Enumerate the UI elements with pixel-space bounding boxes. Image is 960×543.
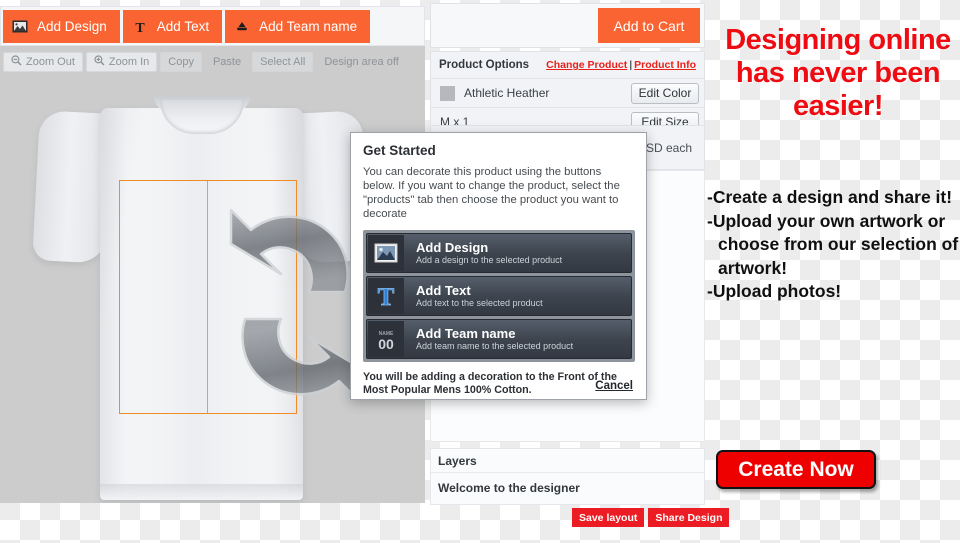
modal-add-team-name-text: Add Team name Add team name to the selec… xyxy=(404,326,573,352)
paste-button[interactable]: Paste xyxy=(205,52,249,72)
promo-bullet-2-cont: choose from our selection of xyxy=(718,234,959,254)
get-started-modal: Get Started You can decorate this produc… xyxy=(350,132,647,400)
select-all-button[interactable]: Select All xyxy=(252,52,314,72)
add-design-button[interactable]: Add Design xyxy=(3,10,120,43)
zoom-out-label: Zoom Out xyxy=(26,56,75,68)
select-all-label: Select All xyxy=(260,56,306,68)
modal-add-text-choice[interactable]: T Add Text Add text to the selected prod… xyxy=(366,276,632,316)
text-t-icon: T xyxy=(132,19,148,35)
zoom-in-label: Zoom In xyxy=(108,56,150,68)
modal-add-text-sub: Add text to the selected product xyxy=(416,298,543,308)
add-design-label: Add Design xyxy=(37,19,107,34)
add-text-button[interactable]: T Add Text xyxy=(122,10,223,43)
product-info-link[interactable]: Product Info xyxy=(634,59,696,71)
product-color-value: Athletic Heather xyxy=(464,86,550,100)
layer-list-item[interactable]: Welcome to the designer xyxy=(431,473,704,503)
modal-add-design-sub: Add a design to the selected product xyxy=(416,255,563,265)
promo-bullet-list: -Create a design and share it! -Upload y… xyxy=(707,186,960,304)
modal-add-team-name-choice[interactable]: NAME 00 Add Team name Add team name to t… xyxy=(366,319,632,359)
color-swatch xyxy=(440,85,455,101)
zoom-in-icon xyxy=(94,55,105,69)
modal-note-text: You will be adding a decoration to the F… xyxy=(363,371,617,396)
modal-title: Get Started xyxy=(363,143,436,158)
promo-headline-line2: has never been xyxy=(735,57,941,89)
save-layout-button[interactable]: Save layout xyxy=(572,508,645,527)
bottom-button-group: Save layout Share Design xyxy=(572,508,730,527)
promo-headline-line3: easier! xyxy=(792,90,884,122)
modal-add-text-title: Add Text xyxy=(416,283,471,298)
svg-text:T: T xyxy=(378,284,395,309)
zoom-out-icon xyxy=(11,55,22,69)
modal-add-design-text: Add Design Add a design to the selected … xyxy=(404,240,562,266)
promo-bullet-1: -Create a design and share it! xyxy=(707,187,953,207)
modal-add-text-text: Add Text Add text to the selected produc… xyxy=(404,283,543,309)
tshirt-hem xyxy=(100,484,303,500)
create-now-button[interactable]: Create Now xyxy=(716,450,876,489)
edit-toolbar: Zoom Out Zoom In Copy Paste Select All D… xyxy=(0,50,425,74)
layers-title: Layers xyxy=(431,449,704,473)
edit-color-button[interactable]: Edit Color xyxy=(631,82,699,104)
modal-add-team-name-sub: Add team name to the selected product xyxy=(416,341,574,351)
modal-intro-text: You can decorate this product using the … xyxy=(363,166,620,220)
modal-add-design-title: Add Design xyxy=(416,240,489,255)
modal-choice-list: Add Design Add a design to the selected … xyxy=(363,230,635,362)
image-icon xyxy=(12,19,28,35)
action-toolbar: Add Design T Add Text Add Team name xyxy=(0,6,425,46)
designer-app: Add Design T Add Text Add Team name Zoom… xyxy=(0,0,730,543)
team-number-icon: NAME 00 xyxy=(368,321,404,357)
zoom-in-button[interactable]: Zoom In xyxy=(85,52,158,72)
image-icon xyxy=(368,235,404,271)
paste-label: Paste xyxy=(212,56,242,68)
layers-panel: Layers Welcome to the designer xyxy=(430,448,705,505)
design-area-label: Design area off xyxy=(324,56,399,68)
promo-headline: Designing online has never been easier! xyxy=(716,24,960,123)
copy-button[interactable]: Copy xyxy=(160,52,202,72)
promo-bullet-2: -Upload your own artwork or xyxy=(707,210,946,231)
product-options-links: Change Product | Product Info xyxy=(546,59,696,71)
add-team-name-label: Add Team name xyxy=(259,19,358,34)
add-text-label: Add Text xyxy=(156,19,210,34)
design-area-toggle-button[interactable]: Design area off xyxy=(316,52,406,72)
modal-cancel-link[interactable]: Cancel xyxy=(595,380,633,392)
add-to-cart-button[interactable]: Add to Cart xyxy=(598,8,700,43)
team-name-icon xyxy=(234,19,250,35)
svg-text:T: T xyxy=(135,21,145,34)
add-team-name-button[interactable]: Add Team name xyxy=(225,10,371,43)
svg-text:00: 00 xyxy=(378,336,394,352)
copy-label: Copy xyxy=(168,56,194,68)
modal-add-design-choice[interactable]: Add Design Add a design to the selected … xyxy=(366,233,632,273)
product-color-row: Athletic Heather Edit Color xyxy=(431,79,704,108)
text-t-icon: T xyxy=(368,278,404,314)
change-product-link[interactable]: Change Product xyxy=(546,59,627,71)
product-options-header: Product Options Change Product | Product I… xyxy=(431,52,704,79)
zoom-out-button[interactable]: Zoom Out xyxy=(3,52,83,72)
product-options-title: Product Options xyxy=(439,59,530,71)
promo-bullet-2-cont2: artwork! xyxy=(718,257,788,278)
share-design-button[interactable]: Share Design xyxy=(648,508,730,527)
action-button-group: Add Design T Add Text Add Team name xyxy=(3,10,371,43)
promo-headline-line1: Designing online xyxy=(725,24,951,56)
promo-bullet-3: -Upload photos! xyxy=(707,281,842,301)
cart-panel: Add to Cart xyxy=(430,3,705,48)
modal-add-team-name-title: Add Team name xyxy=(416,326,516,341)
